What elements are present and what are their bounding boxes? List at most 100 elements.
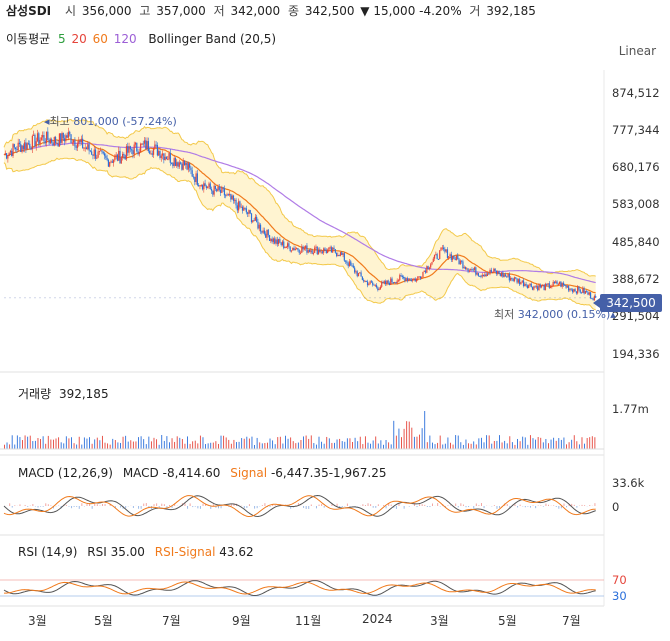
candle-body	[384, 281, 387, 285]
volume-bar	[135, 441, 137, 449]
candle-body	[351, 265, 353, 267]
candle-body	[473, 267, 476, 271]
candle-body	[22, 145, 24, 149]
macd-histogram-bar	[45, 503, 47, 506]
candle-body	[378, 289, 380, 291]
candle-body	[289, 246, 291, 252]
volume-bar	[163, 440, 165, 449]
candle-body	[387, 280, 389, 283]
candle-body	[238, 201, 240, 211]
macd-histogram-bar	[145, 503, 147, 506]
volume-bar	[370, 443, 372, 449]
volume-bar	[450, 442, 451, 449]
volume-bar	[225, 437, 227, 449]
candle-body	[207, 186, 209, 188]
macd-title: MACD (12,26,9) MACD -8,414.60 Signal -6,…	[18, 466, 387, 480]
volume-bar	[300, 439, 302, 449]
low-annotation-label: 최저	[494, 308, 515, 321]
candle-body	[401, 275, 403, 278]
candle-body	[392, 282, 394, 284]
candle-body	[365, 280, 367, 282]
candle-body	[520, 282, 522, 285]
macd-histogram-bar	[65, 504, 67, 506]
candle-body	[142, 143, 144, 145]
candle-body	[458, 259, 460, 265]
candle-body	[535, 286, 538, 288]
macd-tick-zero: 0	[612, 500, 620, 514]
volume-bar	[272, 440, 274, 449]
candle-body	[173, 158, 175, 166]
macd-histogram-bar	[390, 504, 392, 506]
candle-body	[498, 271, 500, 274]
volume-bar	[4, 444, 5, 449]
volume-bar	[96, 437, 98, 449]
candle-body	[305, 245, 307, 249]
volume-bar	[542, 442, 544, 449]
volume-bar	[210, 442, 212, 449]
candle-body	[284, 247, 286, 249]
volume-bar	[130, 440, 132, 449]
time-tick-label: 9월	[232, 614, 251, 628]
candle-body	[33, 134, 35, 136]
candle-body	[137, 151, 139, 155]
candle-body	[584, 290, 586, 294]
price-tick-label: 388,672	[612, 271, 660, 286]
candle-body	[307, 250, 309, 253]
candle-body	[154, 144, 156, 149]
volume-bar	[107, 443, 109, 449]
candle-body	[409, 278, 411, 280]
volume-bar	[452, 444, 454, 449]
candle-body	[400, 275, 402, 277]
candle-body	[18, 142, 21, 145]
volume-bar	[447, 437, 449, 449]
candle-body	[58, 133, 61, 147]
rsi-tick-30: 30	[612, 589, 627, 603]
candle-body	[146, 141, 148, 150]
candle-body	[540, 285, 543, 288]
candle-body	[292, 247, 294, 251]
volume-bar	[277, 437, 279, 449]
candle-body	[517, 279, 519, 283]
macd-histogram-bar	[99, 505, 101, 506]
candle-body	[209, 183, 211, 189]
macd-histogram-bar	[462, 504, 464, 506]
volume-bar	[228, 439, 230, 449]
volume-bar	[344, 441, 346, 449]
candle-body	[325, 250, 327, 254]
volume-bar	[529, 435, 531, 449]
volume-bar	[439, 435, 441, 449]
candle-body	[506, 276, 508, 278]
candle-body	[449, 254, 451, 257]
candle-body	[502, 272, 504, 277]
macd-histogram-bar	[156, 503, 158, 506]
candle-body	[150, 153, 152, 155]
volume-title: 거래량 392,185	[18, 387, 109, 401]
candle-body	[454, 258, 456, 261]
candle-body	[577, 286, 579, 294]
macd-histogram-bar	[246, 506, 248, 508]
candle-body	[16, 149, 18, 151]
macd-histogram-bar	[478, 505, 480, 506]
macd-tick-upper: 33.6k	[612, 476, 645, 490]
macd-histogram-bar	[460, 503, 462, 506]
candle-body	[373, 284, 375, 286]
candle-body	[406, 278, 409, 281]
candle-body	[214, 185, 217, 189]
candle-body	[381, 282, 383, 287]
time-tick-label: 5월	[498, 614, 517, 628]
candle-body	[538, 284, 540, 291]
macd-histogram-bar	[372, 506, 374, 508]
candle-body	[516, 278, 518, 283]
candle-body	[5, 153, 8, 159]
volume-bar	[138, 437, 139, 449]
volume-bar	[444, 443, 446, 449]
candle-body	[357, 273, 360, 277]
candle-body	[271, 238, 273, 242]
candle-body	[343, 253, 345, 261]
candle-body	[448, 256, 450, 258]
volume-bar	[517, 438, 518, 449]
candle-body	[115, 154, 117, 156]
volume-bar	[372, 440, 374, 449]
candle-body	[218, 186, 220, 190]
macd-histogram-bar	[217, 506, 219, 509]
